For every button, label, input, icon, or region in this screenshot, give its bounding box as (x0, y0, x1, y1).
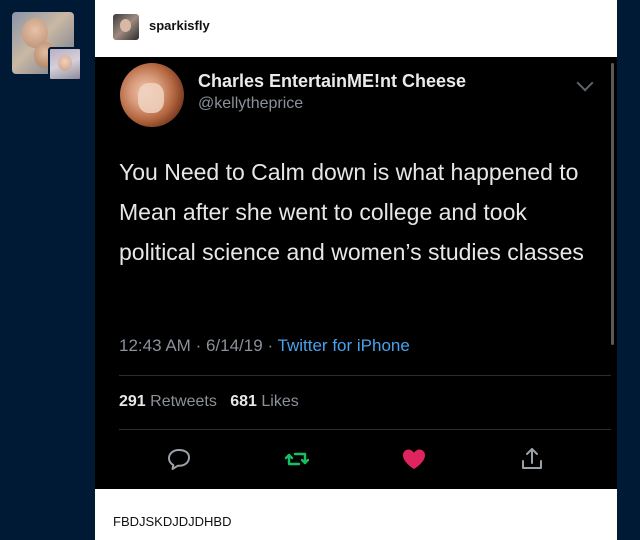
avatar-photo (58, 55, 72, 71)
heart-icon (400, 445, 428, 473)
post-card: sparkisfly Charles EntertainME!nt Cheese… (95, 0, 617, 540)
tweet-display-name: Charles EntertainME!nt Cheese (198, 71, 467, 91)
tweet-meta: 12:43 AM · 6/14/19 · Twitter for iPhone (119, 336, 410, 356)
post-header: sparkisfly (95, 0, 617, 56)
blog-avatar[interactable] (113, 14, 139, 40)
likes-count: 681 (230, 393, 257, 410)
tweet-source: Twitter for iPhone (277, 336, 410, 355)
meta-separator: · (267, 336, 274, 355)
tweet-time: 12:43 AM (119, 336, 191, 355)
retweet-icon (283, 445, 311, 473)
divider (119, 375, 611, 376)
likes-label: Likes (261, 393, 299, 410)
tweet-date: 6/14/19 (205, 336, 263, 355)
tweet-screenshot: Charles EntertainME!nt Cheese @kellythep… (95, 57, 617, 489)
scrollbar (611, 63, 614, 345)
tweet-actions (95, 445, 617, 475)
retweets-count: 291 (119, 393, 146, 410)
retweets-label: Retweets (150, 393, 217, 410)
meta-separator: · (195, 336, 202, 355)
tweet-stats: 291 Retweets 681 Likes (119, 393, 299, 411)
tweet-text: You Need to Calm down is what happened t… (119, 159, 584, 265)
tweet-author-avatar (120, 63, 184, 127)
chevron-down-icon (576, 74, 594, 92)
secondary-avatar[interactable] (48, 47, 82, 81)
blog-name-link[interactable]: sparkisfly (149, 18, 210, 33)
post-caption: FBDJSKDJDJDHBD (113, 514, 232, 529)
tweet-handle: @kellytheprice (198, 95, 304, 112)
share-icon (518, 445, 546, 473)
divider (119, 429, 611, 430)
reply-icon (165, 445, 193, 473)
